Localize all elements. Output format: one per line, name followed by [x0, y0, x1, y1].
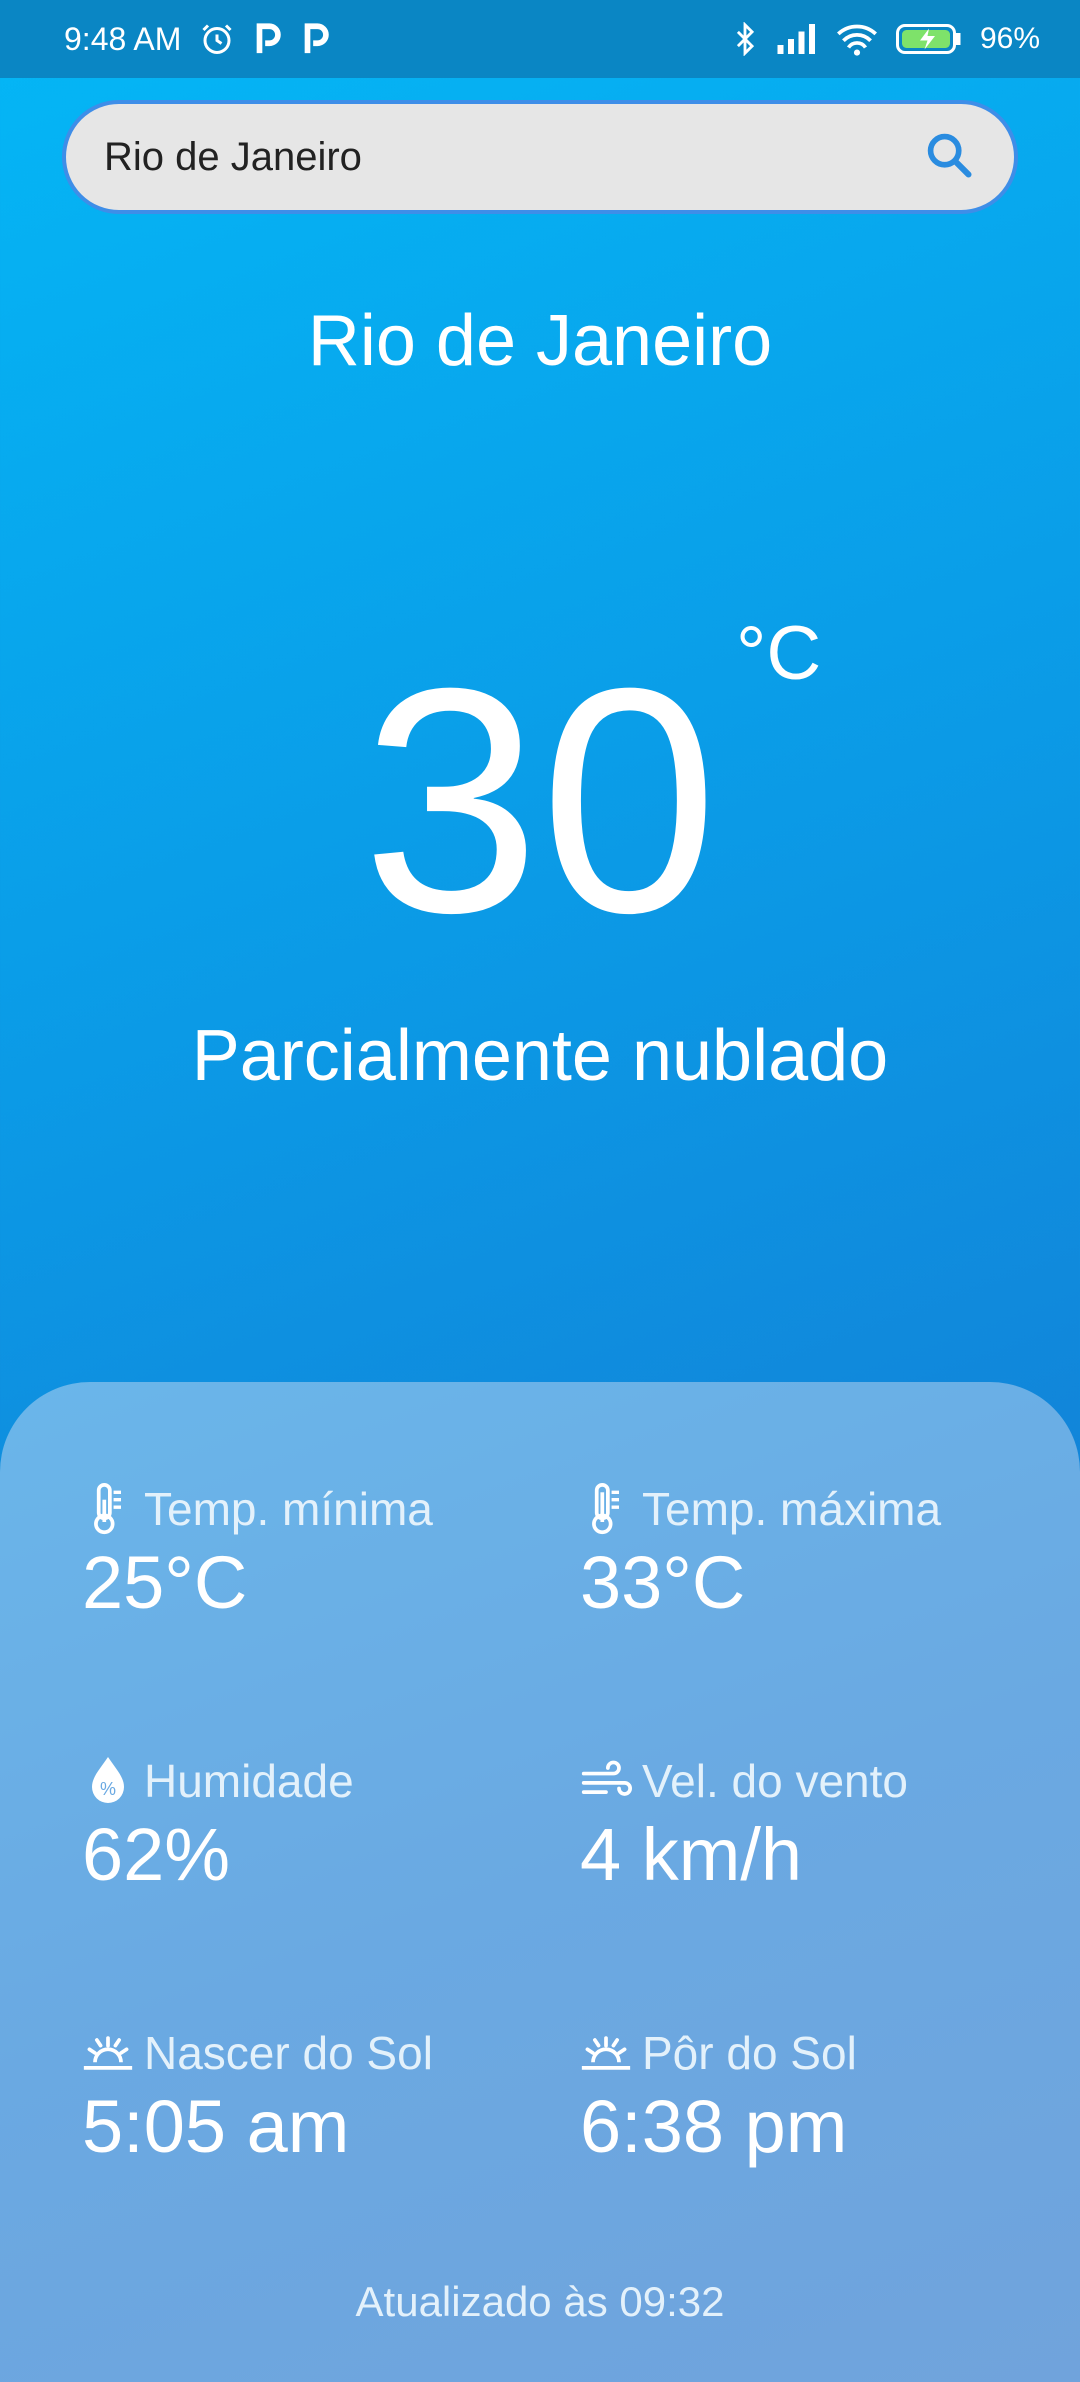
temp-max-value: 33°C [580, 1541, 746, 1624]
status-bar: 9:48 AM 96% [0, 0, 1080, 78]
sunrise-value: 5:05 am [82, 2085, 350, 2168]
humidity-label: Humidade [144, 1755, 354, 1807]
wind-icon [580, 1755, 632, 1807]
temp-min-value: 25°C [82, 1541, 248, 1624]
temperature-unit: °C [736, 611, 822, 696]
signal-icon [776, 24, 818, 54]
battery-icon [895, 22, 962, 56]
search-icon [923, 129, 975, 186]
parking-app-icon [253, 22, 283, 56]
search-button[interactable] [914, 122, 984, 192]
detail-sunset: Pôr do Sol 6:38 pm [580, 2026, 1040, 2169]
svg-text:%: % [100, 1779, 116, 1799]
city-name: Rio de Janeiro [307, 301, 773, 381]
thermometer-icon [82, 1483, 134, 1535]
humidity-value: 62% [82, 1813, 231, 1896]
wind-label: Vel. do vento [642, 1755, 908, 1807]
detail-sunrise: Nascer do Sol 5:05 am [82, 2026, 542, 2169]
temp-min-label: Temp. mínima [144, 1483, 433, 1535]
detail-humidity: % Humidade 62% [82, 1754, 542, 1897]
thermometer-icon [580, 1483, 632, 1535]
search-bar [62, 100, 1018, 214]
status-time: 9:48 AM [64, 20, 182, 57]
wind-value: 4 km/h [580, 1813, 803, 1896]
temp-max-label: Temp. máxima [642, 1483, 942, 1535]
status-right: 96% [732, 22, 1040, 56]
temperature-value: 30 [362, 621, 718, 979]
humidity-drop-icon: % [82, 1755, 134, 1807]
detail-temp-max: Temp. máxima 33°C [580, 1482, 1040, 1625]
detail-temp-min: Temp. mínima 25°C [82, 1482, 542, 1625]
bluetooth-icon [732, 22, 758, 56]
alarm-icon [199, 21, 235, 57]
sunrise-icon [82, 2027, 134, 2079]
sunrise-label: Nascer do Sol [144, 2027, 433, 2079]
sunset-icon [580, 2027, 632, 2079]
status-left: 9:48 AM [64, 21, 331, 58]
sunset-label: Pôr do Sol [642, 2027, 857, 2079]
wifi-icon [836, 22, 878, 56]
search-input[interactable] [102, 133, 914, 181]
weather-condition: Parcialmente nublado [191, 1016, 889, 1096]
parking-app-icon-2 [301, 22, 331, 56]
sunset-value: 6:38 pm [580, 2085, 848, 2168]
last-updated: Atualizado às 09:32 [355, 2278, 725, 2325]
detail-wind: Vel. do vento 4 km/h [580, 1754, 1040, 1897]
battery-percent: 96% [979, 22, 1040, 55]
temperature-display: 30 °C [0, 611, 1080, 979]
details-card: Temp. mínima 25°C Temp. máxima 33°C % Hu… [0, 1382, 1080, 2382]
